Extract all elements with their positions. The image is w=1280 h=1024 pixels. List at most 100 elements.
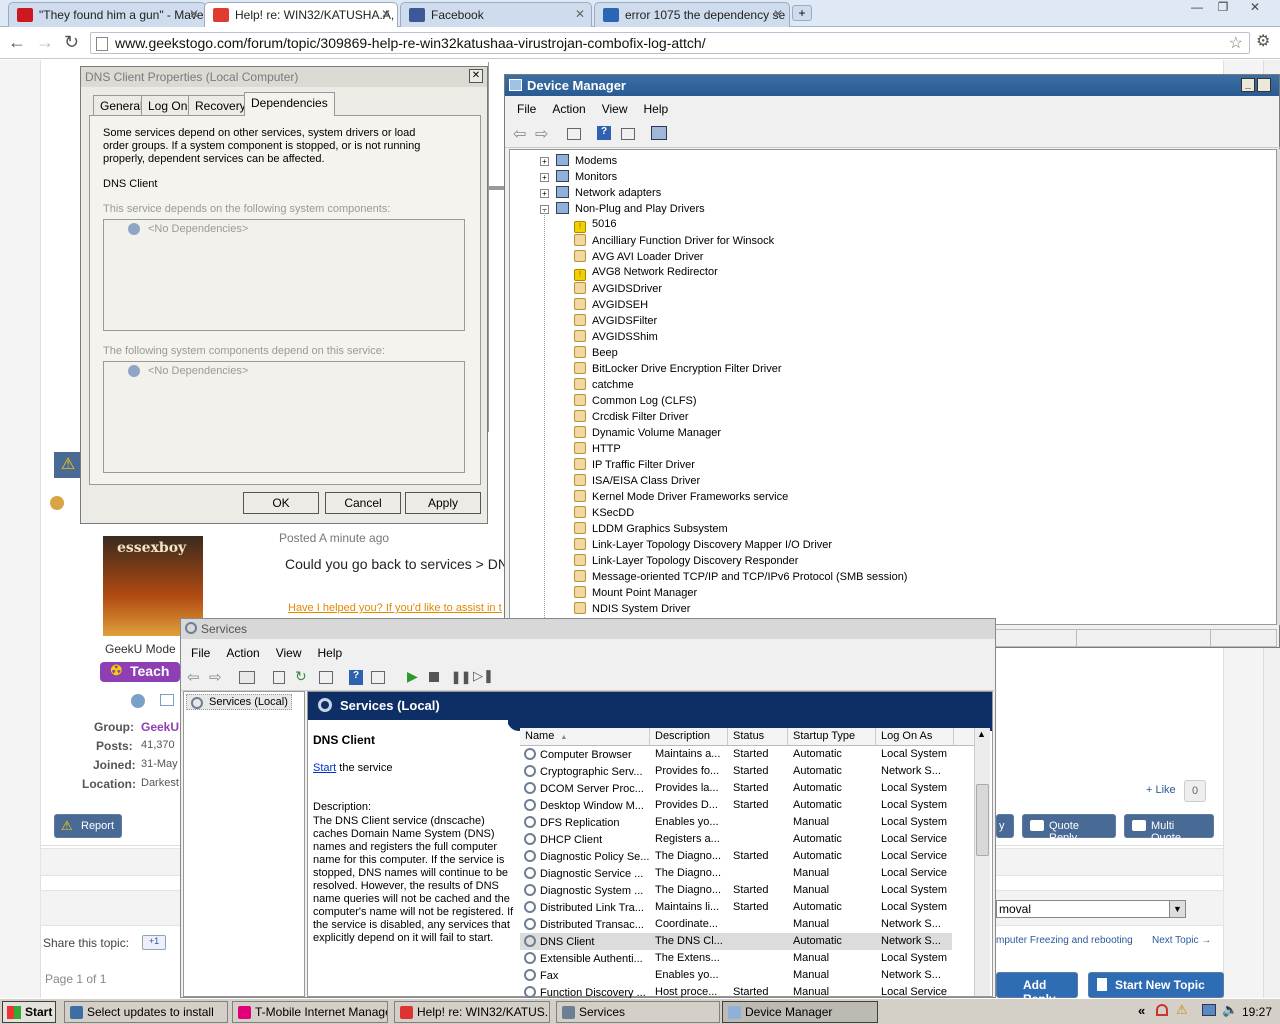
apply-button[interactable]: Apply (405, 492, 481, 514)
forward-icon[interactable]: ⇨ (535, 124, 548, 144)
driver-item[interactable]: HTTP (574, 442, 621, 458)
close-icon[interactable]: ✕ (469, 69, 483, 83)
driver-item[interactable]: IP Traffic Filter Driver (574, 458, 695, 474)
device-manager-menu-view[interactable]: View (602, 102, 628, 116)
device-category[interactable]: Network adapters (556, 186, 661, 202)
device-category[interactable]: Modems (556, 154, 617, 170)
service-row[interactable]: Computer Browser Maintains a... Started Aut… (520, 746, 952, 763)
play-icon[interactable]: ▶ (407, 668, 418, 685)
pause-icon[interactable]: ❚❚ (451, 670, 471, 684)
driver-item[interactable]: catchme (574, 378, 634, 394)
add-reply-button[interactable]: Add Reply (996, 972, 1078, 1006)
driver-item[interactable]: LDDM Graphics Subsystem (574, 522, 728, 538)
minimize-icon[interactable]: — (1184, 0, 1210, 18)
taskbar-item[interactable]: Select updates to install (64, 1001, 228, 1023)
device-manager-menu-help[interactable]: Help (644, 102, 669, 116)
driver-item[interactable]: Ancilliary Function Driver for Winsock (574, 234, 774, 250)
start-topic-button[interactable]: Start New Topic (1088, 972, 1224, 998)
service-row[interactable]: DCOM Server Proc... Provides la... Started… (520, 780, 952, 797)
multi-quote-button[interactable]: Multi Quote (1124, 814, 1214, 844)
device-category[interactable]: Non-Plug and Play Drivers (556, 202, 705, 218)
dependents-list[interactable]: <No Dependencies> (103, 361, 465, 473)
service-row[interactable]: DNS Client The DNS Cl... Automatic Network … (520, 933, 952, 950)
bookmark-star-icon[interactable]: ☆ (1229, 33, 1243, 53)
driver-item[interactable]: Dynamic Volume Manager (574, 426, 721, 442)
like-button[interactable]: + Like (1146, 784, 1176, 796)
warning-tray-icon[interactable]: ⚠ (1176, 1002, 1188, 1018)
report-button[interactable]: ⚠ Report (54, 814, 122, 838)
close-icon[interactable]: ✕ (189, 7, 199, 21)
volume-icon[interactable]: 🔈 (1222, 1002, 1238, 1018)
service-row[interactable]: Fax Enables yo... Manual Network S... (520, 967, 952, 984)
refresh-icon[interactable]: ↻ (295, 668, 307, 685)
start-button[interactable]: Start (2, 1001, 56, 1023)
view-icon[interactable] (567, 128, 581, 140)
device-manager-menu-file[interactable]: File (517, 102, 536, 116)
taskbar-item[interactable]: T-Mobile Internet Manager (232, 1001, 388, 1023)
driver-item[interactable]: Link-Layer Topology Discovery Mapper I/O… (574, 538, 832, 554)
cancel-button[interactable]: Cancel (325, 492, 401, 514)
browser-tab[interactable]: Help! re: WIN32/KATUSHA.A, ✕ (204, 2, 398, 27)
reload-icon[interactable]: ↻ (64, 32, 79, 53)
driver-item[interactable]: NDIS System Driver (574, 602, 690, 618)
service-row[interactable]: Diagnostic Service ... The Diagno... Manua… (520, 865, 952, 882)
back-icon[interactable]: ← (8, 32, 26, 53)
device-manager-menu-action[interactable]: Action (552, 102, 585, 116)
service-row[interactable]: Distributed Transac... Coordinate... Manua… (520, 916, 952, 933)
message-icon[interactable] (160, 694, 174, 706)
driver-item[interactable]: AVGIDSFilter (574, 314, 657, 330)
scan-hardware-icon[interactable] (651, 126, 667, 140)
console-tree-icon[interactable] (239, 671, 255, 684)
taskbar-item[interactable]: Services (556, 1001, 720, 1023)
profile-icon[interactable] (131, 694, 145, 708)
driver-item[interactable]: AVGIDSDriver (574, 282, 662, 298)
forum-jump-select[interactable]: moval ▼ (996, 900, 1186, 918)
services-menu-file[interactable]: File (191, 646, 210, 660)
taskbar-item[interactable]: Device Manager (722, 1001, 878, 1023)
properties-icon[interactable] (371, 671, 385, 684)
driver-item[interactable]: Mount Point Manager (574, 586, 697, 602)
column-header-description[interactable]: Description (650, 728, 728, 745)
browser-tab[interactable]: Facebook ✕ (400, 2, 592, 27)
next-topic-link[interactable]: Next Topic → (1152, 935, 1211, 946)
quote-reply-button[interactable]: Quote Reply (1022, 814, 1116, 844)
export-icon[interactable] (273, 671, 285, 684)
wifi-icon[interactable] (1156, 1004, 1168, 1016)
column-header-startup-type[interactable]: Startup Type (788, 728, 876, 745)
expand-icon[interactable]: + (540, 189, 549, 198)
expand-icon[interactable]: + (540, 173, 549, 182)
services-menu-action[interactable]: Action (226, 646, 259, 660)
close-icon[interactable]: ✕ (1240, 0, 1270, 18)
driver-item[interactable]: BitLocker Drive Encryption Filter Driver (574, 362, 782, 378)
tab-recovery[interactable]: Recovery (188, 95, 253, 115)
back-icon[interactable]: ⇦ (513, 124, 526, 144)
depends-on-list[interactable]: <No Dependencies> (103, 219, 465, 331)
scroll-up-icon[interactable]: ▲ (977, 729, 986, 739)
driver-item[interactable]: ! AVG8 Network Redirector (574, 266, 718, 282)
forward-icon[interactable]: ⇨ (209, 668, 222, 686)
driver-item[interactable]: ISA/EISA Class Driver (574, 474, 700, 490)
prev-topic-link[interactable]: mputer Freezing and rebooting (996, 935, 1133, 946)
export-list-icon[interactable] (319, 671, 333, 684)
expand-icon[interactable]: + (540, 157, 549, 166)
back-icon[interactable]: ⇦ (187, 668, 200, 686)
forward-icon[interactable]: → (36, 32, 54, 53)
driver-item[interactable]: Kernel Mode Driver Frameworks service (574, 490, 788, 506)
tab-log-on[interactable]: Log On (141, 95, 195, 115)
close-icon[interactable]: ✕ (575, 7, 585, 21)
browser-tab[interactable]: error 1075 the dependency se ✕ (594, 2, 790, 27)
column-header-log-on-as[interactable]: Log On As (876, 728, 954, 745)
tab-dependencies[interactable]: Dependencies (244, 92, 335, 116)
service-row[interactable]: Desktop Window M... Provides D... Started A… (520, 797, 952, 814)
service-row[interactable]: Diagnostic System ... The Diagno... Starte… (520, 882, 952, 899)
services-menu-help[interactable]: Help (318, 646, 343, 660)
close-icon[interactable]: ✕ (773, 7, 783, 21)
signature-link[interactable]: Have I helped you? If you'd like to assi… (288, 602, 502, 614)
restart-icon[interactable]: ▷❚ (473, 668, 494, 684)
help-icon[interactable]: ? (597, 126, 611, 140)
reply-button-partial[interactable]: y (996, 814, 1014, 838)
stop-icon[interactable] (429, 672, 439, 682)
help-icon[interactable]: ? (349, 670, 363, 685)
maximize-icon[interactable]: ❐ (1210, 0, 1236, 18)
services-menu-view[interactable]: View (276, 646, 302, 660)
